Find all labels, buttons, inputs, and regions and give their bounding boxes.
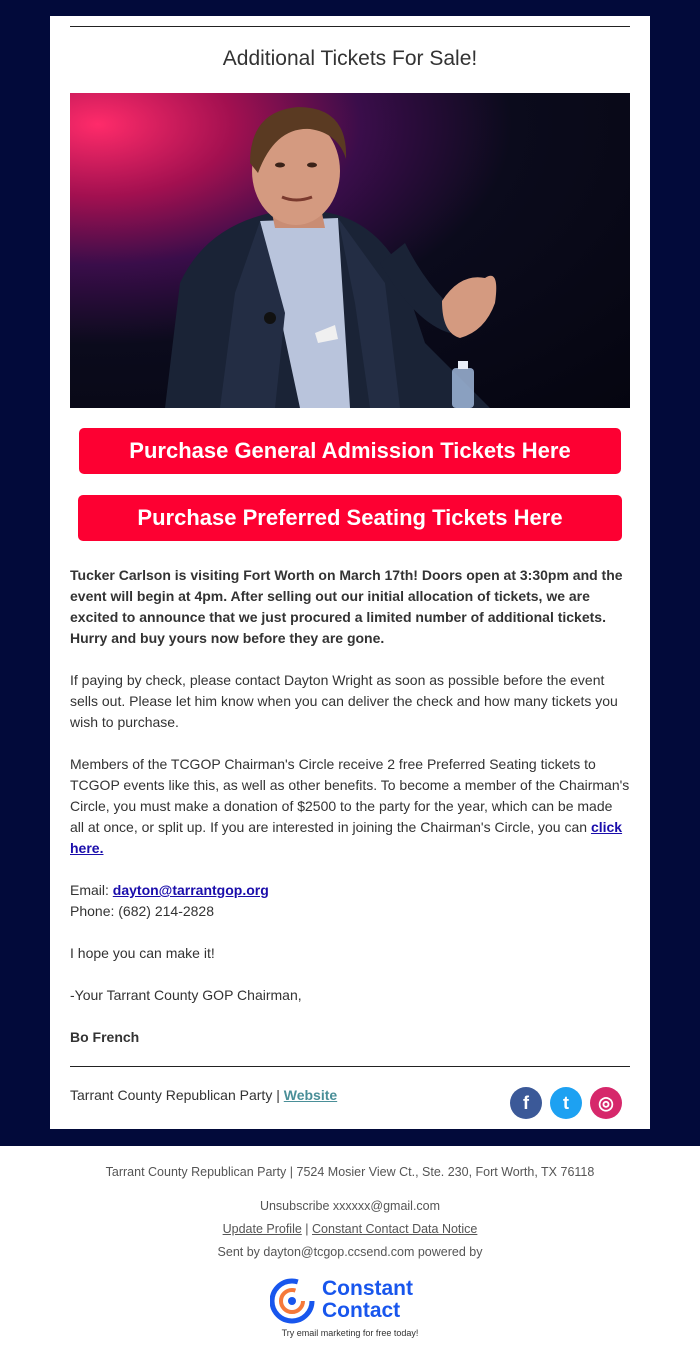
members-paragraph: Members of the TCGOP Chairman's Circle r… — [70, 754, 630, 859]
hero-image — [70, 93, 630, 408]
purchase-general-admission-button[interactable]: Purchase General Admission Tickets Here — [79, 428, 621, 474]
facebook-icon[interactable]: f — [510, 1087, 542, 1119]
email-label: Email: — [70, 882, 113, 898]
link-separator: | — [301, 1222, 313, 1236]
contact-info: Email: dayton@tarrantgop.org Phone: (682)… — [70, 880, 630, 922]
email-link[interactable]: dayton@tarrantgop.org — [113, 882, 269, 898]
logo-tagline: Try email marketing for free today! — [281, 1328, 419, 1338]
email-card: Additional Tickets For Sale! Purchase Ge… — [50, 16, 650, 1129]
website-link[interactable]: Website — [284, 1087, 337, 1103]
hero-illustration — [165, 107, 497, 408]
sent-by-text: Sent by dayton@tcgop.ccsend.com powered … — [217, 1245, 483, 1259]
constant-contact-logo[interactable]: Constant Contact Try email marketing for… — [269, 1276, 430, 1346]
top-divider — [70, 26, 630, 27]
footer-address: Tarrant County Republican Party | 7524 M… — [105, 1165, 595, 1179]
hope-text: I hope you can make it! — [70, 945, 215, 961]
profile-links: Update Profile | Constant Contact Data N… — [0, 1222, 700, 1236]
constant-contact-footer: Tarrant County Republican Party | 7524 M… — [0, 1146, 700, 1361]
footer-org: Tarrant County Republican Party | Websit… — [70, 1087, 337, 1103]
logo-line-2: Contact — [322, 1299, 401, 1322]
signature: Bo French — [70, 1029, 140, 1045]
footer-org-name: Tarrant County Republican Party | — [70, 1087, 284, 1103]
twitter-icon[interactable]: t — [550, 1087, 582, 1119]
purchase-preferred-seating-button[interactable]: Purchase Preferred Seating Tickets Here — [78, 495, 622, 541]
signoff-text: -Your Tarrant County GOP Chairman, — [70, 987, 302, 1003]
members-text: Members of the TCGOP Chairman's Circle r… — [70, 756, 630, 835]
check-paragraph: If paying by check, please contact Dayto… — [70, 672, 618, 730]
update-profile-link[interactable]: Update Profile — [223, 1222, 302, 1236]
intro-paragraph: Tucker Carlson is visiting Fort Worth on… — [70, 567, 623, 646]
logo-line-1: Constant — [322, 1277, 413, 1300]
instagram-icon[interactable]: ◎ — [590, 1087, 622, 1119]
unsubscribe-link[interactable]: Unsubscribe xxxxxx@gmail.com — [0, 1199, 700, 1213]
email-title: Additional Tickets For Sale! — [222, 47, 478, 70]
email-body: Tucker Carlson is visiting Fort Worth on… — [70, 565, 630, 1069]
email-background: Additional Tickets For Sale! Purchase Ge… — [0, 0, 700, 1146]
footer-divider — [70, 1066, 630, 1067]
phone-text: Phone: (682) 214-2828 — [70, 903, 214, 919]
data-notice-link[interactable]: Constant Contact Data Notice — [312, 1222, 477, 1236]
